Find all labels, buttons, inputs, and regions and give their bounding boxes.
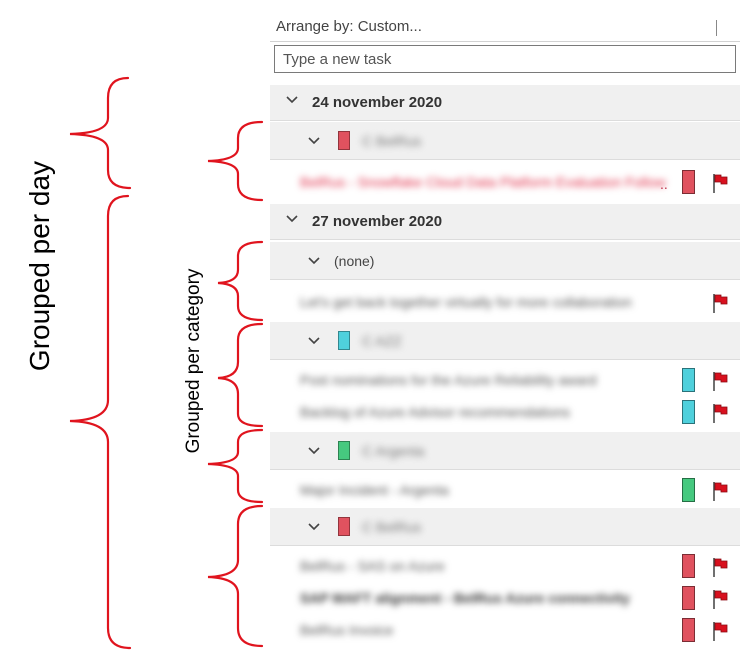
flag-icon[interactable] bbox=[710, 292, 730, 314]
flag-icon[interactable] bbox=[710, 370, 730, 392]
day-bracket-1 bbox=[69, 76, 132, 190]
task-subject[interactable]: BelRus Invoice bbox=[300, 622, 672, 638]
task-row[interactable]: Post nominations for the Azure Reliabili… bbox=[270, 364, 740, 396]
task-subject[interactable]: SAP MAFT alignment - BelRus Azure connec… bbox=[300, 590, 672, 606]
task-row[interactable]: SAP MAFT alignment - BelRus Azure connec… bbox=[270, 582, 740, 614]
category-group-title: C BelRus bbox=[362, 133, 422, 149]
category-group-title: C BelRus bbox=[362, 519, 422, 535]
flag-icon[interactable] bbox=[710, 480, 730, 502]
category-group-header[interactable]: C Argenta bbox=[270, 432, 740, 470]
date-group-header[interactable]: 27 november 2020 bbox=[270, 204, 740, 240]
category-bracket-2 bbox=[217, 240, 264, 322]
day-bracket-2 bbox=[69, 194, 132, 650]
task-row[interactable]: Let's get back together virtually for mo… bbox=[270, 286, 740, 318]
chevron-down-icon[interactable] bbox=[308, 521, 320, 533]
new-task-input[interactable] bbox=[274, 45, 736, 73]
flag-icon[interactable] bbox=[710, 620, 730, 642]
category-bracket-3 bbox=[217, 322, 264, 428]
task-subject[interactable]: Post nominations for the Azure Reliabili… bbox=[300, 372, 672, 388]
flag-icon[interactable] bbox=[710, 402, 730, 424]
task-row[interactable]: Backlog of Azure Advisor recommendations bbox=[270, 396, 740, 428]
flag-icon[interactable] bbox=[710, 172, 730, 194]
task-subject[interactable]: Let's get back together virtually for mo… bbox=[300, 294, 672, 310]
task-row[interactable]: BelRus - Snowflake Cloud Data Platform E… bbox=[270, 166, 740, 198]
flag-icon[interactable] bbox=[710, 556, 730, 578]
category-group-header[interactable]: (none) bbox=[270, 242, 740, 280]
task-row[interactable]: Major Incident - Argenta bbox=[270, 474, 740, 506]
category-indicator[interactable] bbox=[682, 586, 695, 610]
category-indicator[interactable] bbox=[682, 618, 695, 642]
grouped-per-day-label: Grouped per day bbox=[24, 160, 55, 372]
date-group-title: 24 november 2020 bbox=[312, 94, 443, 111]
category-bracket-1 bbox=[207, 120, 264, 202]
category-indicator[interactable] bbox=[682, 554, 695, 578]
chevron-down-icon[interactable] bbox=[308, 335, 320, 347]
chevron-down-icon[interactable] bbox=[308, 135, 320, 147]
category-color-swatch bbox=[338, 517, 350, 536]
flag-icon[interactable] bbox=[710, 588, 730, 610]
category-color-swatch bbox=[338, 441, 350, 460]
chevron-down-icon[interactable] bbox=[286, 94, 298, 106]
category-group-header[interactable]: C BelRus bbox=[270, 122, 740, 160]
task-subject[interactable]: BelRus - Snowflake Cloud Data Platform E… bbox=[300, 174, 672, 190]
category-group-header[interactable]: C BelRus bbox=[270, 508, 740, 546]
chevron-down-icon[interactable] bbox=[308, 445, 320, 457]
category-color-swatch bbox=[338, 331, 350, 350]
date-group-header[interactable]: 24 november 2020 bbox=[270, 85, 740, 121]
category-indicator[interactable] bbox=[682, 170, 695, 194]
category-group-title: (none) bbox=[334, 253, 375, 269]
category-bracket-4 bbox=[207, 428, 264, 504]
category-color-swatch bbox=[338, 131, 350, 150]
category-group-header[interactable]: C AZZ bbox=[270, 322, 740, 360]
category-indicator[interactable] bbox=[682, 368, 695, 392]
column-separator[interactable] bbox=[716, 20, 717, 36]
task-row[interactable]: BelRus Invoice bbox=[270, 614, 740, 646]
category-bracket-5 bbox=[207, 504, 264, 648]
task-subject[interactable]: BelRus - SAS on Azure bbox=[300, 558, 672, 574]
date-group-title: 27 november 2020 bbox=[312, 213, 443, 230]
chevron-down-icon[interactable] bbox=[286, 213, 298, 225]
grouped-per-category-label: Grouped per category bbox=[183, 268, 204, 454]
arrange-by-bar[interactable]: Arrange by: Custom... bbox=[270, 16, 740, 42]
truncation-ellipsis: .. bbox=[660, 176, 668, 192]
task-subject[interactable]: Backlog of Azure Advisor recommendations bbox=[300, 404, 672, 420]
category-group-title: C AZZ bbox=[362, 333, 402, 349]
category-indicator[interactable] bbox=[682, 400, 695, 424]
task-list-panel: Arrange by: Custom... 24 november 2020 C… bbox=[270, 10, 740, 652]
task-row[interactable]: BelRus - SAS on Azure bbox=[270, 550, 740, 582]
chevron-down-icon[interactable] bbox=[308, 255, 320, 267]
arrange-by-label[interactable]: Arrange by: Custom... bbox=[276, 18, 422, 35]
category-indicator[interactable] bbox=[682, 478, 695, 502]
category-group-title: C Argenta bbox=[362, 443, 425, 459]
task-subject[interactable]: Major Incident - Argenta bbox=[300, 482, 672, 498]
